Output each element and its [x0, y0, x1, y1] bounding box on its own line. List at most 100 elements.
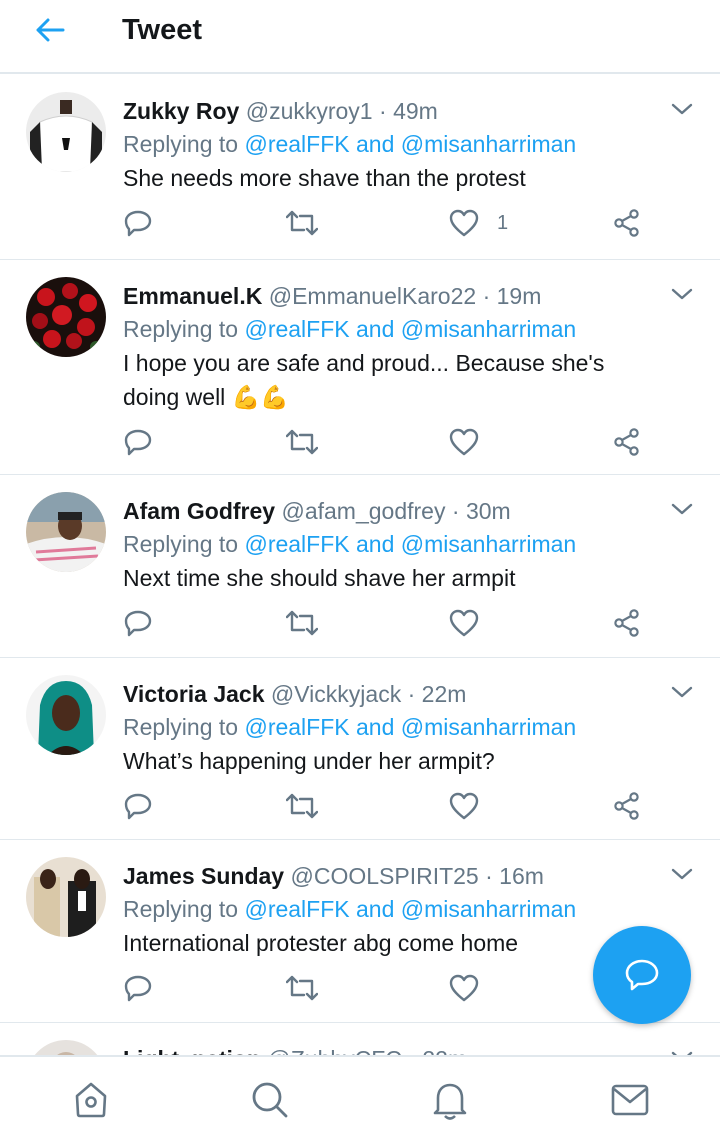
- separator-dot: ·: [482, 283, 491, 309]
- display-name[interactable]: Afam Godfrey: [123, 498, 275, 524]
- mention-link[interactable]: @realFFK: [244, 531, 349, 557]
- separator-dot: ·: [451, 498, 460, 524]
- retweet-button[interactable]: [286, 207, 318, 239]
- user-handle[interactable]: @Vickkyjack: [271, 681, 401, 707]
- nav-messages[interactable]: [609, 1079, 651, 1121]
- replying-to-label: Replying to: [123, 531, 239, 557]
- mention-link[interactable]: @misanharriman: [401, 316, 576, 342]
- compose-dm-icon: [625, 959, 659, 991]
- mention-link[interactable]: @realFFK: [244, 131, 349, 157]
- share-button[interactable]: [613, 607, 641, 639]
- tweet-item[interactable]: Zukky Roy @zukkyroy1 · 49m Replying to @…: [0, 75, 720, 260]
- reply-button[interactable]: [123, 426, 153, 458]
- nav-search[interactable]: [249, 1079, 291, 1121]
- chevron-down-icon[interactable]: [670, 862, 694, 886]
- avatar[interactable]: [26, 92, 106, 172]
- like-button[interactable]: [449, 607, 497, 639]
- timestamp[interactable]: 22m: [422, 681, 467, 707]
- new-message-fab[interactable]: [593, 926, 691, 1024]
- tweet-item[interactable]: Victoria Jack @Vickkyjack · 22m Replying…: [0, 658, 720, 840]
- retweet-button[interactable]: [286, 426, 318, 458]
- avatar[interactable]: [26, 675, 106, 755]
- chevron-down-icon[interactable]: [670, 97, 694, 121]
- mention-link[interactable]: @realFFK: [244, 714, 349, 740]
- heart-icon: [449, 792, 479, 820]
- replies-feed[interactable]: Zukky Roy @zukkyroy1 · 49m Replying to @…: [0, 75, 720, 1055]
- reply-button[interactable]: [123, 207, 153, 239]
- share-button[interactable]: [613, 207, 641, 239]
- nav-notifications[interactable]: [429, 1079, 471, 1121]
- tweet-text: Next time she should shave her armpit: [123, 565, 516, 591]
- separator-dot: ·: [485, 863, 493, 889]
- replying-to: Replying to @realFFK and @misanharriman: [123, 312, 656, 346]
- replying-to: Replying to @realFFK and @misanharriman: [123, 892, 656, 926]
- nav-home[interactable]: [70, 1079, 112, 1121]
- mention-link[interactable]: @misanharriman: [401, 896, 576, 922]
- user-handle[interactable]: @zukkyroy1: [246, 98, 373, 124]
- retweet-button[interactable]: [286, 607, 318, 639]
- replying-to: Replying to @realFFK and @misanharriman: [123, 710, 656, 744]
- retweet-icon: [286, 975, 318, 1001]
- user-handle[interactable]: @COOLSPIRIT25: [290, 863, 478, 889]
- tweet-item[interactable]: Light_nation @ZubbyCFC · 22m: [0, 1023, 720, 1055]
- avatar[interactable]: [26, 277, 106, 357]
- timestamp[interactable]: 19m: [497, 283, 542, 309]
- timestamp[interactable]: 49m: [393, 98, 438, 124]
- tweet-text: What’s happening under her armpit?: [123, 748, 495, 774]
- reply-button[interactable]: [123, 790, 153, 822]
- messages-icon: [611, 1084, 649, 1116]
- bottom-nav: [0, 1055, 720, 1145]
- replying-to-label: Replying to: [123, 316, 239, 342]
- tweet-actions: [123, 595, 656, 659]
- timestamp[interactable]: 22m: [422, 1046, 467, 1055]
- mention-link[interactable]: @misanharriman: [401, 531, 576, 557]
- display-name[interactable]: James Sunday: [123, 863, 284, 889]
- tweet-header: Light_nation @ZubbyCFC · 22m: [123, 1043, 656, 1055]
- tweet-item[interactable]: Afam Godfrey @afam_godfrey · 30m Replyin…: [0, 475, 720, 658]
- mention-link[interactable]: @realFFK: [244, 316, 349, 342]
- share-button[interactable]: [613, 426, 641, 458]
- like-button[interactable]: [449, 790, 497, 822]
- replying-to: Replying to @realFFK and @misanharriman: [123, 127, 656, 161]
- avatar[interactable]: [26, 1040, 106, 1055]
- heart-icon: [449, 209, 479, 237]
- display-name[interactable]: Emmanuel.K: [123, 283, 262, 309]
- mention-and: and: [356, 316, 395, 342]
- display-name[interactable]: Victoria Jack: [123, 681, 265, 707]
- mention-link[interactable]: @misanharriman: [401, 714, 576, 740]
- display-name[interactable]: Light_nation: [123, 1046, 261, 1055]
- avatar[interactable]: [26, 492, 106, 572]
- user-handle[interactable]: @EmmanuelKaro22: [269, 283, 476, 309]
- chevron-down-icon[interactable]: [670, 497, 694, 521]
- share-icon: [614, 609, 639, 637]
- mention-link[interactable]: @realFFK: [244, 896, 349, 922]
- reply-button[interactable]: [123, 607, 153, 639]
- back-button[interactable]: [30, 12, 70, 48]
- like-button[interactable]: [449, 972, 497, 1004]
- timestamp[interactable]: 30m: [466, 498, 511, 524]
- tweet-item[interactable]: Emmanuel.K @EmmanuelKaro22 · 19m Replyin…: [0, 260, 720, 475]
- chevron-down-icon[interactable]: [670, 1045, 694, 1055]
- tweet-actions: [123, 960, 656, 1024]
- reply-icon: [124, 429, 152, 456]
- user-handle[interactable]: @ZubbyCFC: [267, 1046, 402, 1055]
- like-button[interactable]: 1: [449, 207, 508, 239]
- reply-button[interactable]: [123, 972, 153, 1004]
- tweet-text: International protester abg come home: [123, 930, 519, 956]
- avatar[interactable]: [26, 857, 106, 937]
- replying-to-label: Replying to: [123, 131, 239, 157]
- chevron-down-icon[interactable]: [670, 282, 694, 306]
- retweet-icon: [286, 610, 318, 636]
- separator-dot: ·: [379, 98, 387, 124]
- retweet-button[interactable]: [286, 790, 318, 822]
- mention-and: and: [356, 896, 395, 922]
- display-name[interactable]: Zukky Roy: [123, 98, 239, 124]
- retweet-button[interactable]: [286, 972, 318, 1004]
- reply-icon: [124, 210, 152, 237]
- timestamp[interactable]: 16m: [499, 863, 544, 889]
- user-handle[interactable]: @afam_godfrey: [281, 498, 445, 524]
- chevron-down-icon[interactable]: [670, 680, 694, 704]
- share-button[interactable]: [613, 790, 641, 822]
- mention-link[interactable]: @misanharriman: [401, 131, 576, 157]
- like-button[interactable]: [449, 426, 497, 458]
